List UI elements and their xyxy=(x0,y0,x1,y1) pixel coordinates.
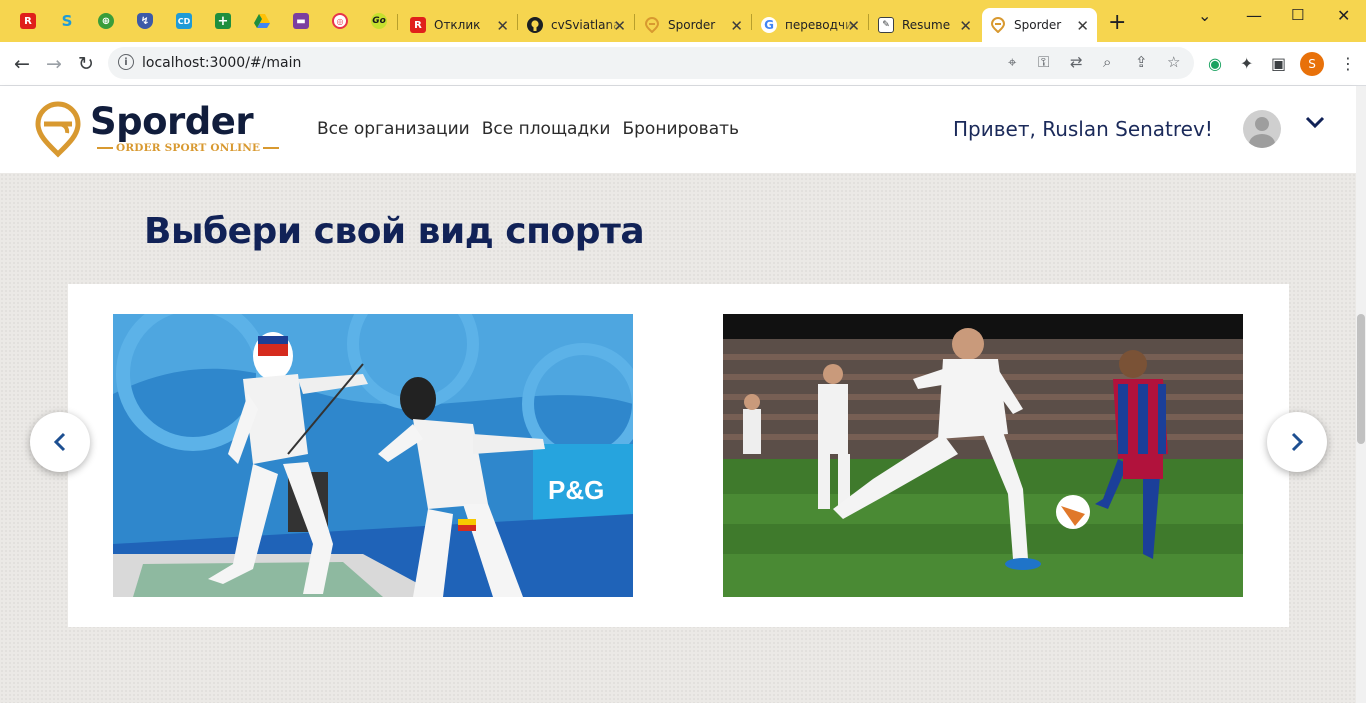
tab-close-icon[interactable]: ✕ xyxy=(847,17,860,35)
go-icon: Go xyxy=(371,13,387,29)
extension-grammarly-icon[interactable]: ◉ xyxy=(1208,54,1222,73)
scrollbar-thumb[interactable] xyxy=(1357,314,1365,444)
tab-close-icon[interactable]: ✕ xyxy=(959,17,972,35)
chevron-left-icon xyxy=(53,432,66,452)
tab-close-icon[interactable]: ✕ xyxy=(496,17,509,35)
pinned-tab-sheets[interactable]: + xyxy=(211,9,235,33)
r-red-icon: R xyxy=(20,13,36,29)
r-red-icon: R xyxy=(410,17,426,33)
more-menu-icon[interactable]: ⋮ xyxy=(1340,54,1356,73)
pinned-tab-r-red[interactable]: R xyxy=(16,9,40,33)
tab-title: cvSviatlana xyxy=(551,18,621,32)
pg-logo-text: P&G xyxy=(548,475,604,505)
tab-close-icon[interactable]: ✕ xyxy=(613,17,626,35)
minimize-icon[interactable]: — xyxy=(1246,6,1262,25)
key-icon[interactable]: ⚿ xyxy=(1038,53,1049,71)
pinned-tab-go[interactable]: Go xyxy=(367,9,391,33)
google-drive-icon xyxy=(254,14,270,28)
chevron-right-icon xyxy=(1291,432,1304,452)
share-icon[interactable]: ⇪ xyxy=(1135,53,1148,71)
tab-separator xyxy=(517,14,518,30)
tab-separator xyxy=(397,14,398,30)
tab-separator xyxy=(634,14,635,30)
tab-separator xyxy=(868,14,869,30)
extensions-puzzle-icon[interactable]: ✦ xyxy=(1240,54,1253,73)
tab-sporder-active[interactable]: Sporder ✕ xyxy=(982,8,1097,42)
sporder-icon xyxy=(990,17,1006,33)
pinned-tab-target[interactable]: ◎ xyxy=(328,9,352,33)
user-avatar[interactable] xyxy=(1243,110,1281,148)
new-tab-plus-icon[interactable]: + xyxy=(1108,12,1126,34)
site-info-icon[interactable]: i xyxy=(118,54,134,70)
tab-title: Отклик xyxy=(434,18,481,32)
tab-resume[interactable]: ✎ Resume ✕ xyxy=(870,8,980,42)
pinned-tab-drive[interactable] xyxy=(250,9,274,33)
sporder-icon xyxy=(644,17,660,33)
pinned-tab-s[interactable]: S xyxy=(55,9,79,33)
nav-all-venues[interactable]: Все площадки xyxy=(482,119,611,139)
location-pin-icon[interactable]: ⌖ xyxy=(1008,53,1016,71)
tab-sporder[interactable]: Sporder ✕ xyxy=(636,8,751,42)
pinned-tab-globe[interactable]: ⊕ xyxy=(94,9,118,33)
back-arrow-icon[interactable]: ← xyxy=(10,52,34,76)
close-window-icon[interactable]: ✕ xyxy=(1337,6,1350,25)
github-icon xyxy=(527,17,543,33)
logo-pin-icon xyxy=(35,101,81,158)
user-menu-chevron-down-icon[interactable] xyxy=(1304,114,1326,133)
user-greeting: Привет, Ruslan Senatrev! xyxy=(953,117,1213,141)
tab-separator xyxy=(751,14,752,30)
page-heading: Выбери свой вид спорта xyxy=(144,211,645,252)
main-content: Выбери свой вид спорта P&G xyxy=(0,173,1356,703)
slide-football[interactable] xyxy=(723,314,1243,597)
sheets-icon: + xyxy=(215,13,231,29)
cd-icon: CD xyxy=(176,13,192,29)
target-icon: ◎ xyxy=(332,13,348,29)
bookmark-star-icon[interactable]: ☆ xyxy=(1167,53,1180,71)
forward-arrow-icon[interactable]: → xyxy=(42,52,66,76)
url-text[interactable]: localhost:3000/#/main xyxy=(142,55,301,71)
address-bar[interactable]: i localhost:3000/#/main ⌖ ⚿ ⇄ ⌕ ⇪ ☆ xyxy=(108,47,1194,79)
carousel-next-button[interactable] xyxy=(1267,412,1327,472)
profile-avatar[interactable]: S xyxy=(1300,52,1324,76)
main-nav: Все организации Все площадки Бронировать xyxy=(317,119,739,139)
tab-translator[interactable]: G переводчик ✕ xyxy=(753,8,868,42)
pinned-tab-cd[interactable]: CD xyxy=(172,9,196,33)
tab-search-chevron-icon[interactable]: ⌄ xyxy=(1198,6,1211,25)
sport-carousel: P&G xyxy=(68,284,1289,627)
nav-book[interactable]: Бронировать xyxy=(622,119,739,139)
page-scrollbar[interactable] xyxy=(1356,86,1366,703)
tab-close-icon[interactable]: ✕ xyxy=(1076,17,1089,35)
tab-title: Sporder xyxy=(1014,18,1062,32)
globe-icon: ⊕ xyxy=(98,13,114,29)
tab-cvsviatlana[interactable]: cvSviatlana ✕ xyxy=(519,8,634,42)
notepad-icon: ✎ xyxy=(878,17,894,33)
pinned-tab-shield[interactable]: ↯ xyxy=(133,9,157,33)
shield-icon: ↯ xyxy=(137,13,153,29)
logo-wordmark: Sporder xyxy=(90,100,254,143)
logo-tagline: ORDER SPORT ONLINE xyxy=(94,142,282,154)
pinned-tab-purple[interactable]: ▬ xyxy=(289,9,313,33)
slide-fencing[interactable]: P&G xyxy=(113,314,633,597)
browser-tab-strip: R S ⊕ ↯ CD + ▬ ◎ Go R Отклик ✕ cvSviatla… xyxy=(0,0,1366,42)
sporder-logo[interactable]: Sporder ORDER SPORT ONLINE xyxy=(34,100,260,160)
nav-all-organizations[interactable]: Все организации xyxy=(317,119,470,139)
maximize-icon[interactable]: ☐ xyxy=(1291,6,1304,24)
carousel-prev-button[interactable] xyxy=(30,412,90,472)
fencing-image: P&G xyxy=(113,314,633,597)
tab-title: переводчик xyxy=(785,18,855,32)
tab-otklik[interactable]: R Отклик ✕ xyxy=(402,8,517,42)
reload-icon[interactable]: ↻ xyxy=(74,52,98,76)
tab-title: Sporder xyxy=(668,18,716,32)
football-image xyxy=(723,314,1243,597)
google-icon: G xyxy=(761,17,777,33)
side-panel-icon[interactable]: ▣ xyxy=(1271,54,1286,73)
s-icon: S xyxy=(61,12,73,30)
site-header: Sporder ORDER SPORT ONLINE Все организац… xyxy=(0,86,1356,173)
browser-toolbar: ← → ↻ i localhost:3000/#/main ⌖ ⚿ ⇄ ⌕ ⇪ … xyxy=(0,42,1366,86)
tab-close-icon[interactable]: ✕ xyxy=(730,17,743,35)
purple-box-icon: ▬ xyxy=(293,13,309,29)
zoom-icon[interactable]: ⌕ xyxy=(1103,53,1111,71)
translate-icon[interactable]: ⇄ xyxy=(1070,53,1083,71)
